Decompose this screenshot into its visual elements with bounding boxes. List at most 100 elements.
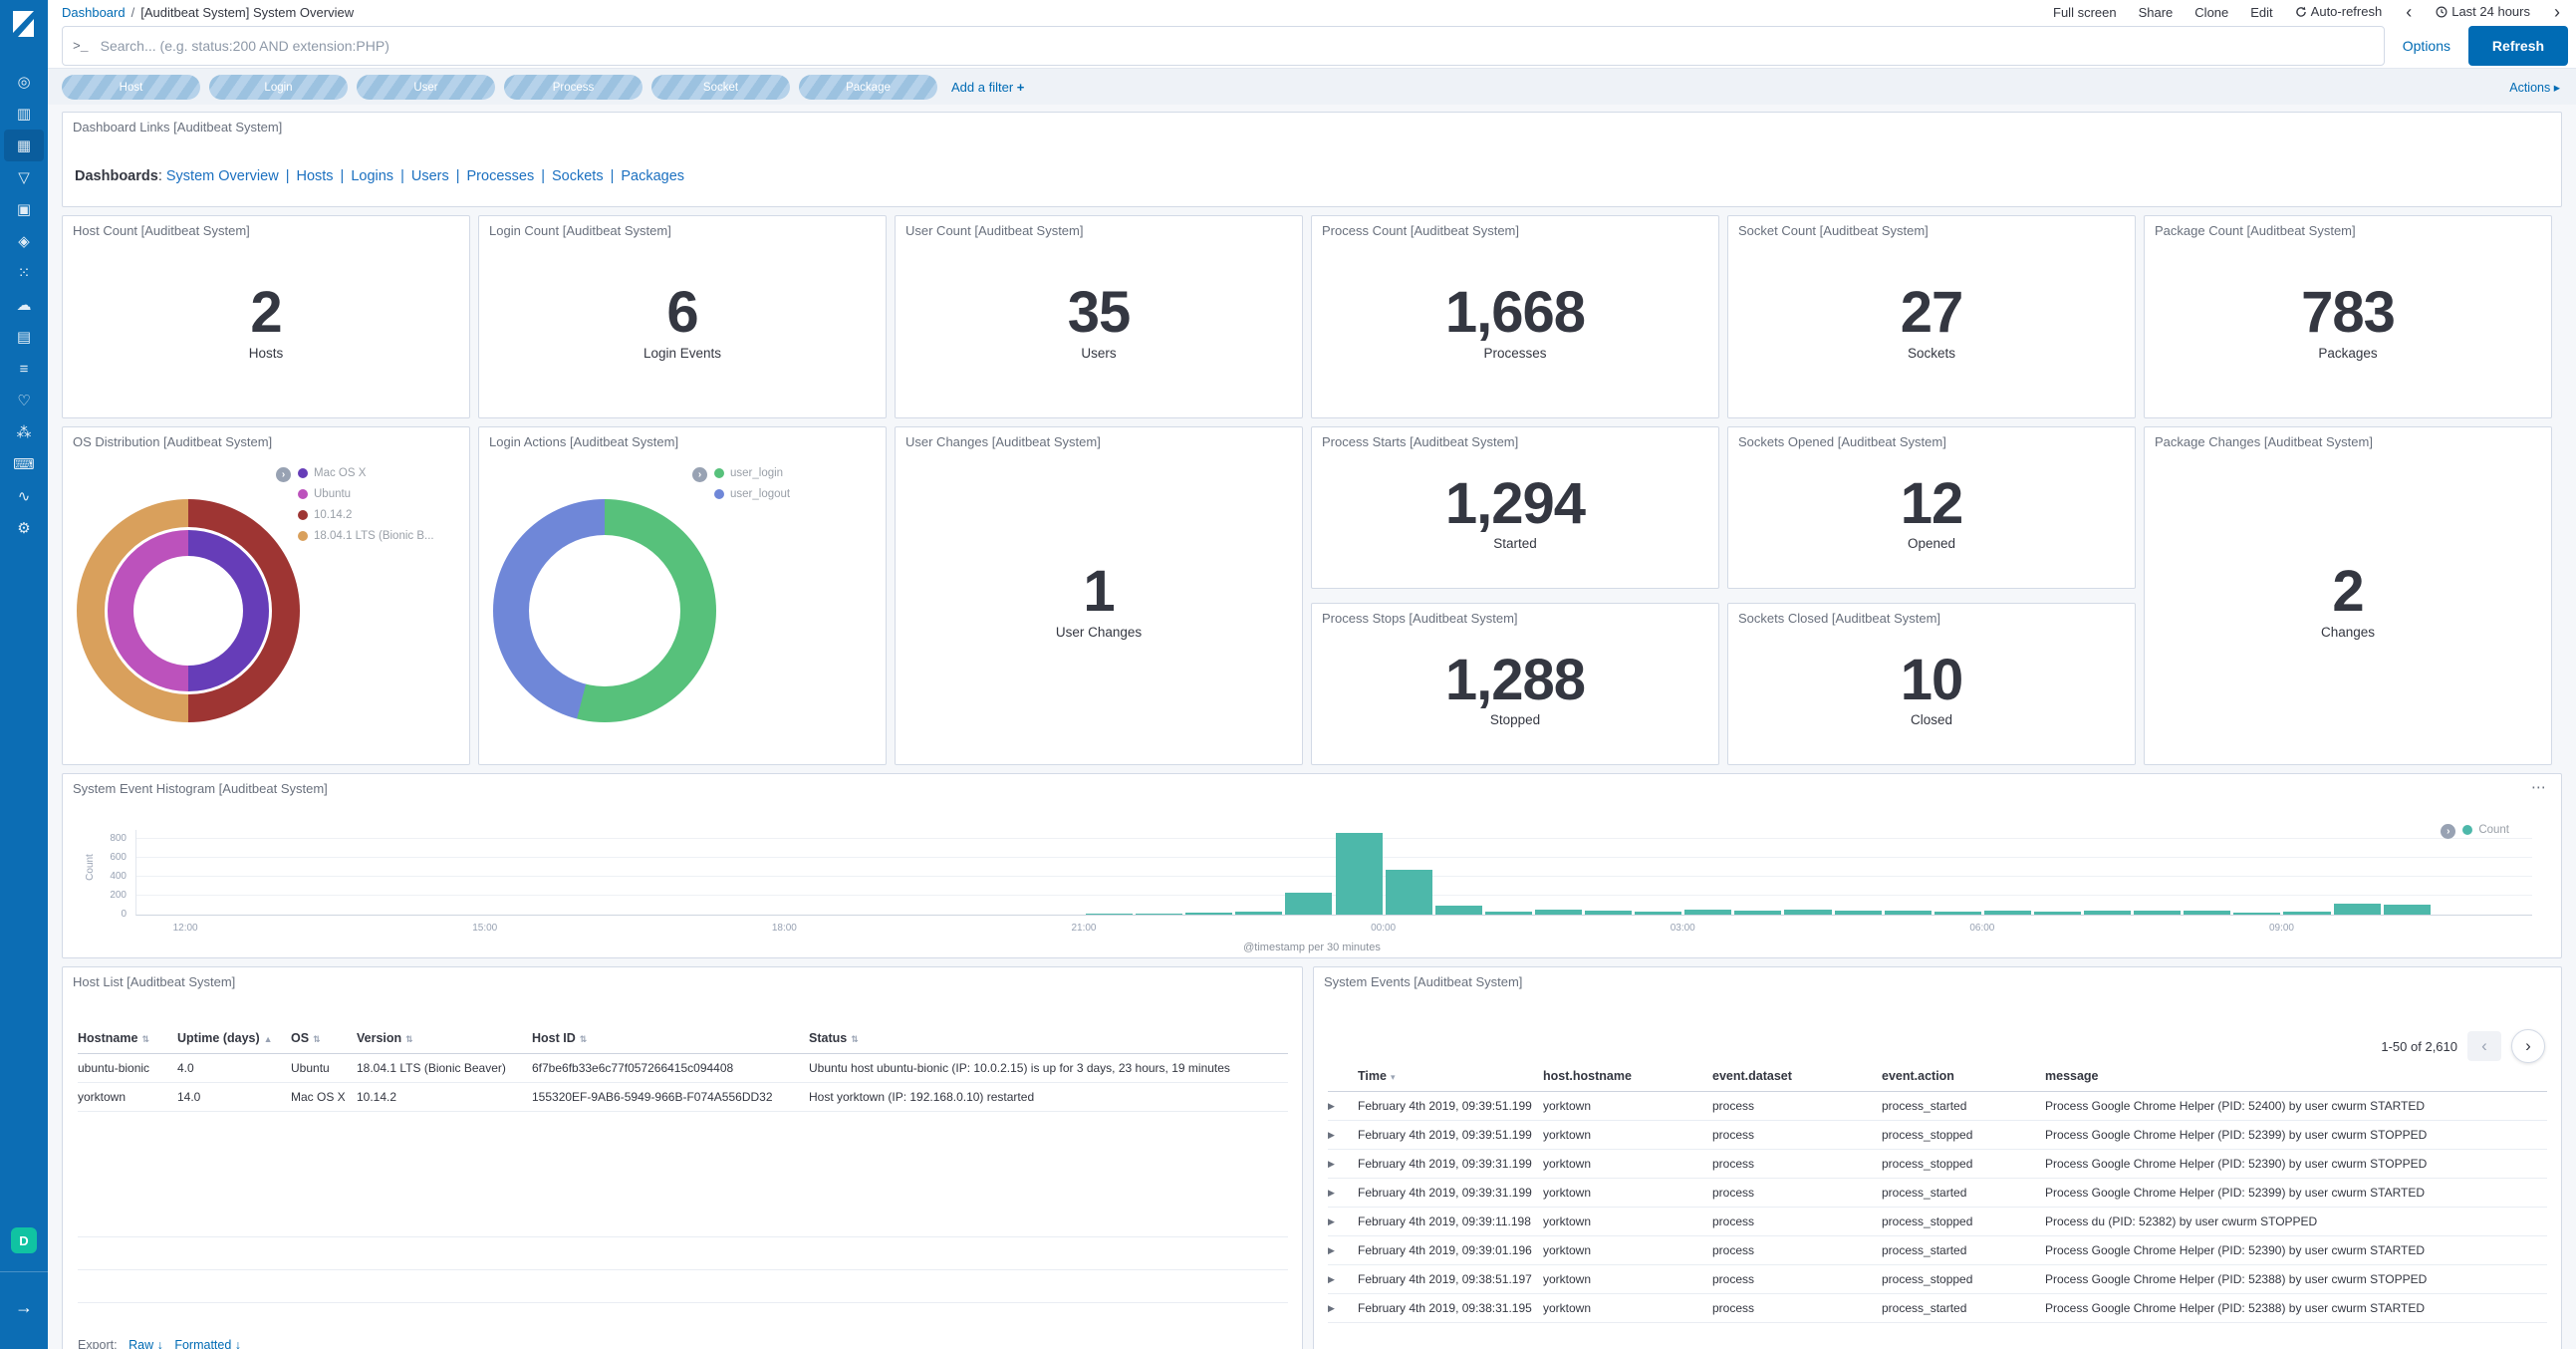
expand-row-button[interactable]: ▶ [1328, 1150, 1358, 1179]
panel-title: System Event Histogram [Auditbeat System… [73, 781, 2551, 796]
table-cell: process_stopped [1882, 1265, 2045, 1294]
legend-item[interactable]: user_logout [714, 488, 790, 500]
sidebar-item-graph[interactable]: ⁂ [0, 416, 48, 448]
filter-pill-package[interactable]: Package [799, 75, 937, 100]
legend-item[interactable]: Ubuntu [298, 488, 434, 500]
refresh-button[interactable]: Refresh [2468, 26, 2568, 66]
column-header-hostname[interactable]: Hostname⇅ [78, 1025, 177, 1054]
edit-button[interactable]: Edit [2250, 5, 2272, 20]
filter-pill-process[interactable]: Process [504, 75, 643, 100]
sidebar-item-uptime[interactable]: ♡ [0, 385, 48, 416]
dashboard-link-logins[interactable]: Logins [351, 168, 393, 184]
full-screen-button[interactable]: Full screen [2053, 5, 2117, 20]
expand-row-button[interactable]: ▶ [1328, 1236, 1358, 1265]
sidebar-item-discover[interactable]: ◎ [0, 66, 48, 98]
sidebar-expand-arrow-icon[interactable]: → [0, 1287, 48, 1327]
filter-pill-user[interactable]: User [357, 75, 495, 100]
column-header-event-action[interactable]: event.action [1882, 1063, 2045, 1092]
clone-button[interactable]: Clone [2194, 5, 2228, 20]
table-row: ubuntu-bionic4.0Ubuntu18.04.1 LTS (Bioni… [78, 1054, 1288, 1083]
column-header-uptime-days-[interactable]: Uptime (days)▲ [177, 1025, 291, 1054]
sidebar-item-maps[interactable]: ◈ [0, 225, 48, 257]
legend-item[interactable]: 18.04.1 LTS (Bionic B... [298, 530, 434, 542]
space-badge[interactable]: D [11, 1227, 37, 1253]
kibana-logo-icon[interactable] [8, 8, 40, 40]
os-distribution-donut-chart [77, 499, 300, 722]
sidebar-item-machine-learning[interactable]: ⁙ [0, 257, 48, 289]
gridline [136, 857, 2532, 858]
panel-options-icon[interactable]: ⋯ [2531, 778, 2547, 796]
histogram-bar [2184, 911, 2230, 915]
x-axis-tick: 00:00 [1354, 923, 1414, 934]
sidebar-nav: ◎▥▦▽ ▣ ◈⁙☁▤≡♡⁂ ⌨ ∿⚙ [0, 66, 48, 544]
sidebar-item-timelion[interactable]: ▽ [0, 161, 48, 193]
top-nav-menu: Full screen Share Clone Edit Auto-refres… [2053, 3, 2562, 21]
export-formatted-link[interactable]: Formatted ↓ [174, 1338, 241, 1349]
legend-toggle-icon[interactable]: › [276, 467, 291, 482]
expand-row-button[interactable]: ▶ [1328, 1294, 1358, 1323]
sidebar-item-monitoring[interactable]: ∿ [0, 480, 48, 512]
auto-refresh-button[interactable]: Auto-refresh [2295, 4, 2383, 21]
pagination-next-button[interactable]: › [2511, 1029, 2545, 1063]
share-button[interactable]: Share [2139, 5, 2174, 20]
table-cell: yorktown [1543, 1265, 1712, 1294]
sidebar-item-visualize[interactable]: ▥ [0, 98, 48, 130]
dashboard-link-hosts[interactable]: Hosts [296, 168, 333, 184]
expand-row-button[interactable]: ▶ [1328, 1265, 1358, 1294]
sort-icon: ▾ [1391, 1072, 1396, 1082]
export-raw-link[interactable]: Raw ↓ [129, 1338, 163, 1349]
legend-toggle-icon[interactable]: › [692, 467, 707, 482]
dashboard-link-processes[interactable]: Processes [467, 168, 535, 184]
expand-row-button[interactable]: ▶ [1328, 1092, 1358, 1121]
legend-item[interactable]: ›Count [2462, 824, 2509, 836]
dashboard-link-sockets[interactable]: Sockets [552, 168, 604, 184]
sidebar-item-infrastructure[interactable]: ☁ [0, 289, 48, 321]
expand-row-button[interactable]: ▶ [1328, 1121, 1358, 1150]
filter-pill-socket[interactable]: Socket [651, 75, 790, 100]
legend-item[interactable]: ›Mac OS X [298, 467, 434, 479]
refresh-cycle-icon [2295, 6, 2307, 21]
sidebar-item-canvas[interactable]: ▣ [0, 193, 48, 225]
dashboard-link-users[interactable]: Users [411, 168, 449, 184]
breadcrumb-dashboard-link[interactable]: Dashboard [62, 5, 126, 20]
sidebar-item-dashboard[interactable]: ▦ [4, 130, 44, 161]
time-back-chevron[interactable]: ‹ [2404, 3, 2414, 21]
expand-row-button[interactable]: ▶ [1328, 1208, 1358, 1236]
column-header-time[interactable]: Time▾ [1358, 1063, 1543, 1092]
time-forward-chevron[interactable]: › [2552, 3, 2562, 21]
dev-tools-icon: ⌨ [13, 457, 35, 472]
column-header-host-hostname[interactable]: host.hostname [1543, 1063, 1712, 1092]
filter-pill-host[interactable]: Host [62, 75, 200, 100]
column-header-version[interactable]: Version⇅ [357, 1025, 532, 1054]
legend-item[interactable]: 10.14.2 [298, 509, 434, 521]
link-separator: | [541, 168, 545, 184]
column-header-os[interactable]: OS⇅ [291, 1025, 357, 1054]
search-input[interactable] [99, 37, 2374, 55]
column-header-message[interactable]: message [2045, 1063, 2547, 1092]
column-header-host-id[interactable]: Host ID⇅ [532, 1025, 809, 1054]
canvas-icon: ▣ [17, 202, 31, 217]
sidebar-item-dev-tools[interactable]: ⌨ [0, 448, 48, 480]
column-header-status[interactable]: Status⇅ [809, 1025, 1288, 1054]
metric-value: 27 [1901, 283, 1963, 344]
legend-item[interactable]: ›user_login [714, 467, 790, 479]
table-row: ▶February 4th 2019, 09:39:31.199yorktown… [1328, 1179, 2547, 1208]
legend-label: Ubuntu [314, 488, 351, 500]
sidebar-item-management[interactable]: ⚙ [0, 512, 48, 544]
expand-row-button[interactable]: ▶ [1328, 1179, 1358, 1208]
sidebar-item-apm[interactable]: ≡ [0, 353, 48, 385]
filter-pill-login[interactable]: Login [209, 75, 348, 100]
query-options-link[interactable]: Options [2403, 38, 2450, 54]
add-filter-button[interactable]: Add a filter + [951, 80, 1024, 95]
dashboard-link-system-overview[interactable]: System Overview [166, 168, 279, 184]
pagination-prev-button[interactable]: ‹ [2467, 1031, 2501, 1061]
panel-title: System Events [Auditbeat System] [1324, 974, 2551, 989]
time-range-picker[interactable]: Last 24 hours [2436, 4, 2530, 21]
x-axis-tick: 21:00 [1054, 923, 1114, 934]
filter-actions-link[interactable]: Actions ▸ [2509, 80, 2560, 95]
sidebar-item-logs[interactable]: ▤ [0, 321, 48, 353]
sort-icon: ⇅ [405, 1034, 413, 1044]
column-header-event-dataset[interactable]: event.dataset [1712, 1063, 1882, 1092]
dashboard-link-packages[interactable]: Packages [621, 168, 684, 184]
panel-host-list: Host List [Auditbeat System] Hostname⇅Up… [62, 966, 1303, 1349]
